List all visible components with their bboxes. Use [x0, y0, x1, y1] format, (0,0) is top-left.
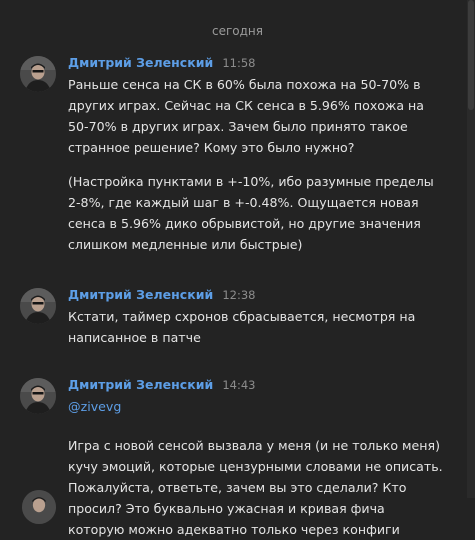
avatar[interactable]: [20, 56, 56, 92]
author-name[interactable]: Дмитрий Зеленский: [68, 287, 213, 302]
date-divider: сегодня: [212, 24, 263, 38]
scrollbar[interactable]: [467, 0, 475, 498]
message-feed: Дмитрий Зеленский 11:58 Раньше сенса на …: [0, 52, 462, 540]
message-text: Раньше сенса на СК в 60% была похожа на …: [68, 77, 424, 155]
user-avatar-icon: [20, 378, 56, 414]
message: Дмитрий Зеленский 11:58 Раньше сенса на …: [0, 52, 462, 255]
avatar[interactable]: [20, 378, 56, 414]
author-name[interactable]: Дмитрий Зеленский: [68, 55, 213, 70]
message-header: Дмитрий Зеленский 12:38: [68, 284, 444, 304]
avatar[interactable]: [22, 490, 56, 524]
message-text: (Настройка пунктами в +-10%, ибо разумны…: [68, 174, 434, 252]
message: Дмитрий Зеленский 12:38 Кстати, таймер с…: [0, 284, 462, 348]
user-avatar-icon: [20, 288, 56, 324]
user-avatar-icon: [22, 490, 56, 524]
message-header: Дмитрий Зеленский 14:43: [68, 374, 444, 394]
message-text: Игра с новой сенсой вызвала у меня (и не…: [68, 438, 443, 537]
author-name[interactable]: Дмитрий Зеленский: [68, 377, 213, 392]
avatar[interactable]: [20, 288, 56, 324]
user-mention[interactable]: @zivevg: [68, 396, 444, 417]
message-time: 11:58: [222, 56, 256, 70]
message: Дмитрий Зеленский 14:43 @zivevg Игра с н…: [0, 374, 462, 540]
scrollbar-thumb[interactable]: [468, 0, 474, 110]
message-time: 14:43: [222, 378, 256, 392]
message-header: Дмитрий Зеленский 11:58: [68, 52, 444, 72]
user-avatar-icon: [20, 56, 56, 92]
message-time: 12:38: [222, 288, 256, 302]
message-text: Кстати, таймер схронов сбрасывается, нес…: [68, 309, 416, 345]
